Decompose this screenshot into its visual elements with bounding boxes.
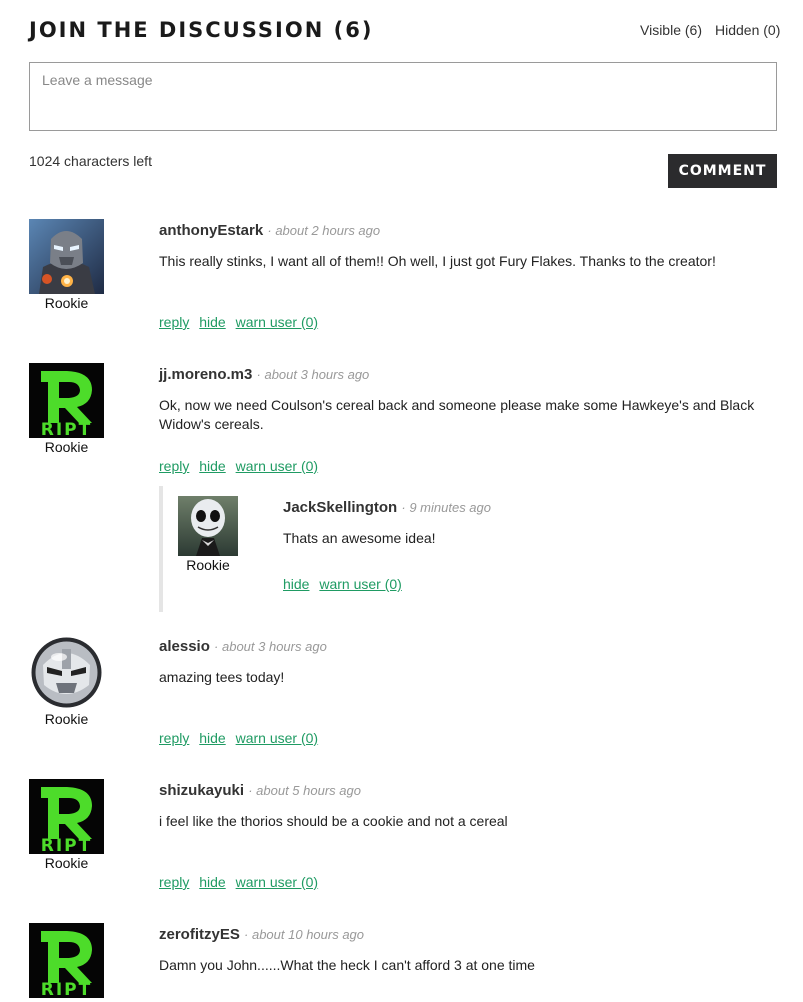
comment-author: alessio · about 3 hours ago: [159, 638, 327, 655]
comment-author: jj.moreno.m3 · about 3 hours ago: [159, 366, 369, 383]
tab-visible[interactable]: Visible (6): [640, 22, 702, 38]
comment-author: shizukayuki · about 5 hours ago: [159, 782, 361, 799]
reply-link[interactable]: reply: [159, 314, 189, 330]
war-machine-helmet-avatar[interactable]: [29, 635, 104, 710]
user-rank: Rookie: [44, 439, 89, 455]
comment-actions: reply hide warn user (0): [159, 314, 324, 330]
user-rank: Rookie: [44, 855, 89, 871]
comment-text: amazing tees today!: [159, 669, 285, 685]
comment-author: JackSkellington · 9 minutes ago: [283, 499, 491, 516]
comment-text: i feel like the thorios should be a cook…: [159, 813, 508, 829]
reply-thread-bar: [159, 486, 163, 612]
characters-left: 1024 characters left: [29, 153, 152, 169]
warn-user-link[interactable]: warn user (0): [236, 730, 318, 746]
user-rank: Rookie: [44, 295, 89, 311]
username-link[interactable]: anthonyEstark: [159, 222, 263, 239]
warn-user-link[interactable]: warn user (0): [236, 874, 318, 890]
comment-actions: hide warn user (0): [283, 576, 408, 592]
hide-link[interactable]: hide: [199, 314, 225, 330]
ironman-avatar[interactable]: [29, 219, 104, 294]
hide-link[interactable]: hide: [199, 874, 225, 890]
reply-link[interactable]: reply: [159, 730, 189, 746]
comment-text: Damn you John......What the heck I can't…: [159, 957, 535, 973]
reply-link[interactable]: reply: [159, 458, 189, 474]
warn-user-link[interactable]: warn user (0): [319, 576, 401, 592]
svg-text:RIPT: RIPT: [41, 420, 92, 438]
warn-user-link[interactable]: warn user (0): [236, 458, 318, 474]
comment-actions: reply hide warn user (0): [159, 874, 324, 890]
username-link[interactable]: zerofitzyES: [159, 926, 240, 943]
comment-text: Thats an awesome idea!: [283, 530, 436, 546]
comment-actions: reply hide warn user (0): [159, 730, 324, 746]
comment-timestamp: · about 3 hours ago: [214, 639, 327, 654]
hide-link[interactable]: hide: [283, 576, 309, 592]
comment-timestamp: · 9 minutes ago: [401, 500, 491, 515]
comment-author: anthonyEstark · about 2 hours ago: [159, 222, 380, 239]
username-link[interactable]: shizukayuki: [159, 782, 244, 799]
svg-text:RIPT: RIPT: [41, 980, 92, 998]
hide-link[interactable]: hide: [199, 730, 225, 746]
comment-timestamp: · about 3 hours ago: [256, 367, 370, 382]
comment-timestamp: · about 10 hours ago: [244, 927, 365, 942]
ript-logo[interactable]: RIPT: [29, 779, 104, 854]
warn-user-link[interactable]: warn user (0): [236, 314, 318, 330]
comment-button[interactable]: COMMENT: [668, 154, 777, 188]
username-link[interactable]: alessio: [159, 638, 210, 655]
discussion-title: JOIN THE DISCUSSION (6): [29, 18, 374, 42]
ript-logo[interactable]: RIPT: [29, 923, 104, 998]
svg-text:RIPT: RIPT: [41, 836, 92, 854]
reply-link[interactable]: reply: [159, 874, 189, 890]
tab-hidden[interactable]: Hidden (0): [715, 22, 780, 38]
ript-logo[interactable]: RIPT: [29, 363, 104, 438]
user-rank: Rookie: [186, 557, 230, 573]
comment-timestamp: · about 2 hours ago: [267, 223, 381, 238]
username-link[interactable]: JackSkellington: [283, 499, 397, 516]
username-link[interactable]: jj.moreno.m3: [159, 366, 252, 383]
message-input[interactable]: [29, 62, 777, 131]
comment-text: This really stinks, I want all of them!!…: [159, 253, 716, 269]
comment-text: Ok, now we need Coulson's cereal back an…: [159, 397, 755, 432]
hide-link[interactable]: hide: [199, 458, 225, 474]
comment-author: zerofitzyES · about 10 hours ago: [159, 926, 364, 943]
comment-timestamp: · about 5 hours ago: [248, 783, 361, 798]
user-rank: Rookie: [44, 711, 89, 727]
comment-actions: reply hide warn user (0): [159, 458, 324, 474]
jack-skellington-avatar[interactable]: [178, 496, 238, 556]
